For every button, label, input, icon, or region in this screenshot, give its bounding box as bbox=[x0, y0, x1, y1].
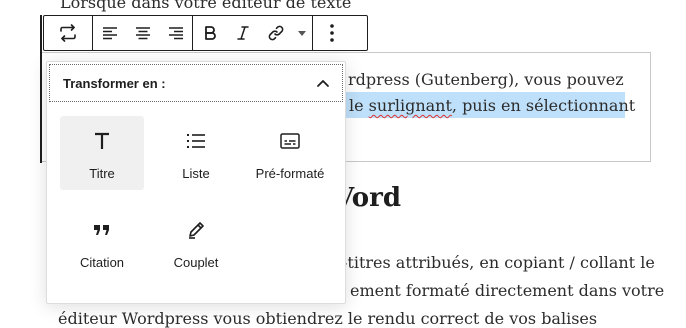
toolbar-group-options bbox=[313, 16, 351, 50]
toolbar-group-format bbox=[193, 16, 313, 50]
transform-icon bbox=[58, 23, 78, 43]
paragraph-text: , puis en sélectionnant bbox=[451, 96, 636, 115]
transform-option-couplet[interactable]: Couplet bbox=[154, 205, 238, 279]
paragraph-line-1: rdpress (Gutenberg), vous pouvez bbox=[348, 70, 624, 89]
transform-option-label: Citation bbox=[79, 255, 125, 270]
align-right-button[interactable] bbox=[159, 16, 192, 50]
transform-option-preformate[interactable]: Pré-formaté bbox=[248, 116, 332, 190]
link-icon bbox=[267, 24, 285, 42]
more-formats-button[interactable] bbox=[292, 16, 312, 50]
preformatted-icon bbox=[280, 128, 300, 154]
link-button[interactable] bbox=[259, 16, 292, 50]
toolbar-group-transform bbox=[44, 16, 93, 50]
block-options-button[interactable] bbox=[313, 16, 351, 50]
transform-option-titre[interactable]: Titre bbox=[60, 116, 144, 190]
heading-icon bbox=[94, 128, 110, 154]
block-toolbar bbox=[43, 15, 368, 51]
chevron-up-icon[interactable] bbox=[316, 78, 330, 88]
align-center-button[interactable] bbox=[126, 16, 159, 50]
transform-button[interactable] bbox=[44, 16, 92, 50]
transform-option-label: Couplet bbox=[173, 255, 219, 270]
bold-button[interactable] bbox=[193, 16, 226, 50]
verse-icon bbox=[186, 217, 206, 243]
align-left-icon bbox=[102, 26, 118, 40]
document-text-top: Lorsque dans votre éditeur de texte bbox=[60, 0, 352, 12]
italic-button[interactable] bbox=[226, 16, 259, 50]
transform-option-liste[interactable]: Liste bbox=[154, 116, 238, 190]
transform-option-label: Titre bbox=[89, 166, 115, 181]
paragraph-line-4: ement formaté directement dans votre bbox=[350, 281, 665, 300]
block-focus-indicator bbox=[40, 15, 42, 163]
misspelled-word: surlignant bbox=[368, 96, 452, 115]
transform-option-label: Pré-formaté bbox=[255, 166, 325, 181]
list-icon bbox=[187, 128, 205, 154]
transform-option-citation[interactable]: Citation bbox=[60, 205, 144, 279]
transform-dropdown: Transformer en : Titre Liste Pré-formaté… bbox=[46, 61, 346, 304]
quote-icon bbox=[93, 217, 111, 243]
paragraph-line-2: le surlignant, puis en sélectionnant bbox=[349, 96, 635, 115]
align-center-icon bbox=[135, 26, 151, 40]
align-right-icon bbox=[168, 26, 184, 40]
paragraph-line-3: -titres attribués, en copiant / collant … bbox=[342, 253, 655, 272]
italic-icon bbox=[236, 25, 250, 41]
paragraph-line-5: éditeur Wordpress vous obtiendrez le ren… bbox=[58, 309, 598, 328]
transform-option-label: Liste bbox=[182, 166, 210, 181]
paragraph-text: le bbox=[349, 96, 369, 115]
transform-dropdown-title: Transformer en : bbox=[63, 75, 166, 91]
options-icon bbox=[330, 24, 334, 42]
more-caret-icon bbox=[298, 30, 306, 36]
toolbar-group-align bbox=[93, 16, 193, 50]
align-left-button[interactable] bbox=[93, 16, 126, 50]
transform-dropdown-header[interactable]: Transformer en : bbox=[49, 64, 343, 102]
bold-icon bbox=[203, 25, 217, 41]
